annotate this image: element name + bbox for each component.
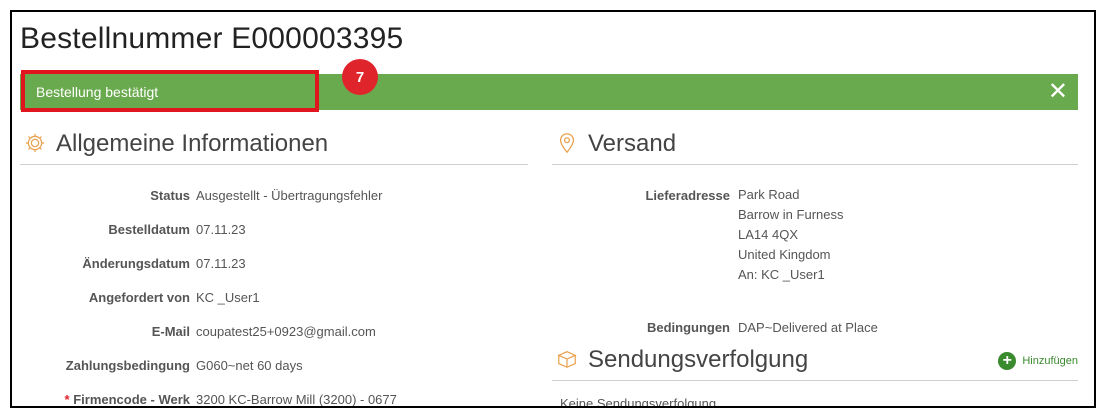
highlight-annotation (21, 70, 319, 112)
general-info-header: Allgemeine Informationen (20, 126, 528, 165)
general-info-title: Allgemeine Informationen (56, 130, 329, 157)
address-line: An: KC _User1 (738, 267, 825, 282)
add-tracking-button[interactable]: + Hinzufügen (998, 352, 1078, 370)
field-value: Ausgestellt - Übertragungsfehler (196, 188, 383, 203)
field-label: Status (150, 188, 190, 203)
field-label-text: Firmencode - Werk (73, 392, 190, 407)
shipping-title: Versand (588, 130, 677, 157)
field-label: Lieferadresse (645, 188, 730, 203)
field-label: * Firmencode - Werk (20, 392, 190, 407)
address-line: Barrow in Furness (738, 207, 844, 222)
location-pin-icon (559, 133, 575, 154)
plus-icon: + (998, 352, 1017, 370)
field-value: KC _User1 (196, 290, 260, 305)
empty-text: Keine Sendungsverfolgung. (560, 396, 720, 408)
field-value: 07.11.23 (196, 256, 246, 271)
field-label: Angefordert von (88, 290, 190, 305)
field-value: DAP~Delivered at Place (738, 320, 878, 335)
order-page: Bestellnummer E000003395 Bestellung best… (10, 10, 1096, 408)
address-line: United Kingdom (738, 247, 831, 262)
package-icon (557, 351, 577, 368)
tracking-title: Sendungsverfolgung (588, 346, 809, 373)
field-value: 3200 KC-Barrow Mill (3200) - 0677 (196, 392, 397, 407)
address-line: LA14 4QX (738, 227, 798, 242)
step-badge: 7 (342, 59, 378, 95)
field-label: Änderungsdatum (82, 256, 190, 271)
address-line: Park Road (738, 187, 800, 202)
field-label: E-Mail (151, 324, 190, 339)
field-label: Bedingungen (646, 320, 730, 335)
address-block: Park Road Barrow in Furness LA14 4QX Uni… (738, 185, 843, 285)
required-marker: * (64, 392, 70, 407)
field-label: Zahlungsbedingung (65, 358, 190, 373)
page-title: Bestellnummer E000003395 (20, 22, 404, 55)
close-icon[interactable]: ✕ (1048, 78, 1068, 106)
field-value: 07.11.23 (196, 222, 246, 237)
field-value: coupatest25+0923@gmail.com (196, 324, 376, 339)
tracking-header: Sendungsverfolgung + Hinzufügen (552, 342, 1078, 381)
gear-icon (25, 133, 45, 153)
field-label: Bestelldatum (108, 222, 190, 237)
shipping-header: Versand (552, 126, 1078, 165)
add-tracking-label: Hinzufügen (1022, 355, 1078, 367)
field-value: G060~net 60 days (196, 358, 303, 373)
